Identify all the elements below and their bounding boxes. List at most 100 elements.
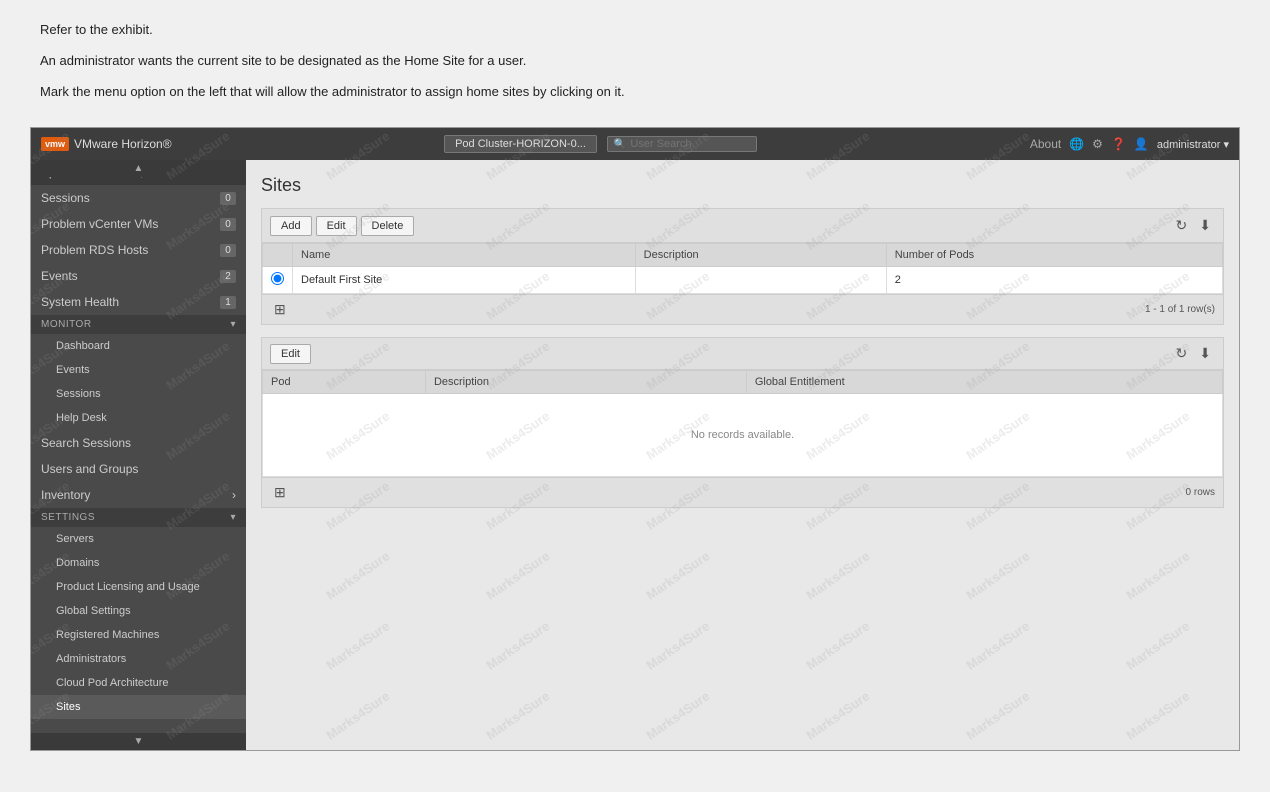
sidebar-item-inventory[interactable]: Inventory › [31,482,246,508]
no-records-row: No records available. [263,394,1223,477]
sidebar-item-users-groups[interactable]: Users and Groups [31,456,246,482]
sidebar-item-servers[interactable]: Servers [31,527,246,551]
pods-toolbar: Edit ↻ ⬇ [262,338,1223,370]
page-title: Sites [261,175,1224,196]
footer-icons: ⊞ [270,299,290,320]
sidebar-item-sessions[interactable]: Sessions 0 [31,185,246,211]
vmware-logo-icon: vmw [41,137,69,151]
sidebar-item-helpdesk[interactable]: Help Desk [31,406,246,430]
sidebar-settings-arrow: ▾ [230,512,236,523]
user-search-input[interactable] [630,138,750,150]
sites-table: Name Description Number of Pods Default … [262,243,1223,294]
admin-label[interactable]: administrator ▾ [1157,138,1229,151]
col-pod-description: Description [425,371,746,394]
sidebar-settings-label: Settings [41,512,95,523]
sidebar-item-sessions-sub[interactable]: Sessions [31,382,246,406]
sidebar-item-events[interactable]: Events 2 [31,263,246,289]
search-icon: 🔍 [614,139,626,150]
sidebar-item-domains[interactable]: Domains [31,551,246,575]
sidebar-item-problem-vcenter[interactable]: Problem vCenter VMs 0 [31,211,246,237]
pods-footer-icons: ⊞ [270,482,290,503]
app-logo: vmw VMware Horizon® [41,137,172,151]
main-layout: ▲ Updated 11/17/2022, 9:39 AM ▾ Sessions… [31,160,1239,750]
sidebar-item-cloud-pod[interactable]: Cloud Pod Architecture [31,671,246,695]
footer-settings-icon[interactable]: ⊞ [270,299,290,320]
sidebar-section-settings: Settings ▾ [31,508,246,527]
navbar: vmw VMware Horizon® Pod Cluster-HORIZON-… [31,128,1239,160]
navbar-center: Pod Cluster-HORIZON-0... 🔍 [182,135,1020,153]
site-pods-cell: 2 [886,267,1222,294]
add-button[interactable]: Add [270,216,312,236]
sidebar-system-health-label: System Health [41,295,119,309]
sidebar-events-label: Events [41,269,78,283]
sidebar-administrators-label: Administrators [56,653,126,665]
sidebar-item-sites[interactable]: Sites [31,695,246,719]
sidebar-monitor-arrow: ▾ [230,319,236,330]
intro-line-1: Refer to the exhibit. [40,20,1230,41]
sidebar-inventory-label: Inventory [41,488,90,502]
intro-line-3: Mark the menu option on the left that wi… [40,82,1230,103]
sidebar-item-problem-rds[interactable]: Problem RDS Hosts 0 [31,237,246,263]
scroll-down-arrow[interactable]: ▼ [31,733,246,750]
sidebar-sites-label: Sites [56,701,80,713]
sidebar-servers-label: Servers [56,533,94,545]
sidebar-item-dashboard[interactable]: Dashboard [31,334,246,358]
pods-row-count: 0 rows [1186,487,1215,498]
sidebar-events-badge: 2 [220,270,236,283]
sidebar-registered-machines-label: Registered Machines [56,629,159,641]
edit-pod-button[interactable]: Edit [270,344,311,364]
help-icon[interactable]: ❓ [1111,137,1126,151]
edit-button[interactable]: Edit [316,216,357,236]
sidebar-sessions-badge: 0 [220,192,236,205]
sidebar-item-global-settings[interactable]: Global Settings [31,599,246,623]
pods-footer-settings-icon[interactable]: ⊞ [270,482,290,503]
sidebar-helpdesk-label: Help Desk [56,412,107,424]
pods-panel: Edit ↻ ⬇ Pod Description Global Entitlem… [261,337,1224,508]
user-icon[interactable]: 👤 [1134,137,1149,151]
col-radio [263,244,293,267]
refresh-icon[interactable]: ↻ [1172,215,1192,236]
sidebar-item-product-licensing[interactable]: Product Licensing and Usage [31,575,246,599]
site-name-cell: Default First Site [293,267,636,294]
sidebar-dashboard-label: Dashboard [56,340,110,352]
pod-cluster-button[interactable]: Pod Cluster-HORIZON-0... [444,135,597,153]
sidebar-item-system-health[interactable]: System Health 1 [31,289,246,315]
sidebar-problem-vcenter-badge: 0 [220,218,236,231]
app-title: VMware Horizon® [74,137,172,151]
sites-table-footer: ⊞ 1 - 1 of 1 row(s) [262,294,1223,324]
sidebar-item-administrators[interactable]: Administrators [31,647,246,671]
intro-line-2: An administrator wants the current site … [40,51,1230,72]
settings-icon[interactable]: ⚙ [1092,137,1103,151]
sites-row-count: 1 - 1 of 1 row(s) [1145,304,1215,315]
sidebar-section-monitor: Monitor ▾ [31,315,246,334]
sidebar-item-search-sessions[interactable]: Search Sessions [31,430,246,456]
user-search-box: 🔍 [607,136,757,152]
sidebar-product-licensing-label: Product Licensing and Usage [56,581,200,593]
no-records-message: No records available. [271,399,1214,471]
delete-button[interactable]: Delete [361,216,415,236]
col-name: Name [293,244,636,267]
sidebar-users-groups-label: Users and Groups [41,462,138,476]
sites-panel: Add Edit Delete ↻ ⬇ Name Description Num… [261,208,1224,325]
sidebar-item-events-sub[interactable]: Events [31,358,246,382]
table-row[interactable]: Default First Site 2 [263,267,1223,294]
sidebar-sessions-label: Sessions [41,191,90,205]
sidebar-item-registered-machines[interactable]: Registered Machines [31,623,246,647]
globe-icon[interactable]: 🌐 [1069,137,1084,151]
sidebar-inventory-arrow: › [232,488,236,502]
sidebar-problem-rds-badge: 0 [220,244,236,257]
sites-toolbar: Add Edit Delete ↻ ⬇ [262,209,1223,243]
pods-refresh-icon[interactable]: ↻ [1172,343,1192,364]
scroll-up-arrow[interactable]: ▲ [31,160,246,177]
about-label[interactable]: About [1030,137,1061,151]
sidebar-events-sub-label: Events [56,364,90,376]
navbar-right: About 🌐 ⚙ ❓ 👤 administrator ▾ [1030,137,1229,151]
col-description: Description [635,244,886,267]
col-pod: Pod [263,371,426,394]
pods-table: Pod Description Global Entitlement No re… [262,370,1223,477]
row-radio[interactable] [271,272,284,285]
download-icon[interactable]: ⬇ [1195,215,1215,236]
content-area: Sites Add Edit Delete ↻ ⬇ Name [246,160,1239,750]
pods-download-icon[interactable]: ⬇ [1195,343,1215,364]
sidebar-global-settings-label: Global Settings [56,605,131,617]
